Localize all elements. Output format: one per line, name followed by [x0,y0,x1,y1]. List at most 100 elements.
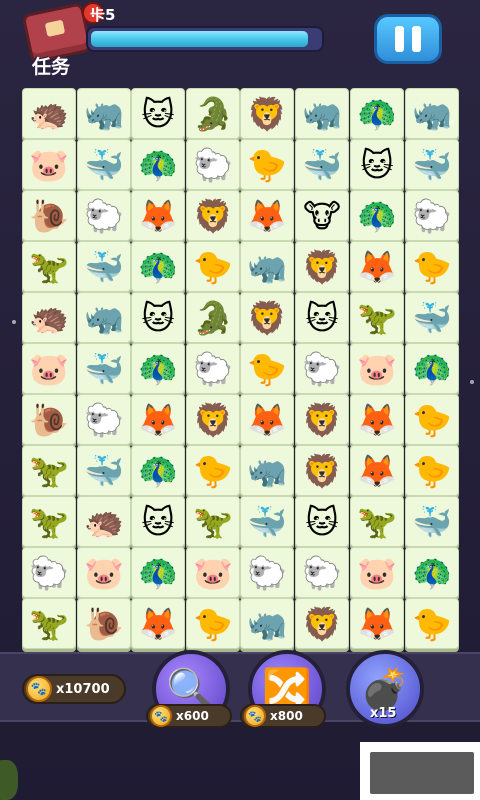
tile-peacock[interactable]: 🦚 [405,343,459,394]
tile-lion[interactable]: 🦁 [295,394,349,445]
tile-crocodile[interactable]: 🐊 [186,292,240,343]
tile-sheep[interactable]: 🐑 [77,190,131,241]
tile-peacock[interactable]: 🦚 [405,547,459,598]
tile-rhino[interactable]: 🦏 [77,88,131,139]
tile-dinosaur[interactable]: 🦖 [22,445,76,496]
tile-cat[interactable]: 🐱 [131,496,185,547]
tile-hedgehog[interactable]: 🦔 [22,88,76,139]
tile-sheep[interactable]: 🐑 [295,547,349,598]
tile-lion[interactable]: 🦁 [186,190,240,241]
tile-chick[interactable]: 🐤 [405,445,459,496]
tile-sheep[interactable]: 🐑 [22,547,76,598]
tile-chick[interactable]: 🐤 [186,598,240,649]
tile-pig[interactable]: 🐷 [186,547,240,598]
tile-snail[interactable]: 🐌 [22,190,76,241]
tile-dinosaur[interactable]: 🦖 [186,496,240,547]
tile-pig[interactable]: 🐷 [350,343,404,394]
tile-whale[interactable]: 🐳 [405,496,459,547]
cat-icon: 🐱 [141,94,175,133]
tile-whale[interactable]: 🐳 [295,139,349,190]
tile-peacock[interactable]: 🦚 [131,241,185,292]
tile-fox[interactable]: 🦊 [131,394,185,445]
tile-chick[interactable]: 🐤 [405,241,459,292]
tile-pig[interactable]: 🐷 [22,139,76,190]
tile-lion[interactable]: 🦁 [186,394,240,445]
tile-sheep[interactable]: 🐑 [186,343,240,394]
pig-icon: 🐷 [84,553,124,592]
tile-fox[interactable]: 🦊 [350,445,404,496]
tile-cat[interactable]: 🐱 [295,496,349,547]
pause-button[interactable] [374,14,442,64]
tile-chick[interactable]: 🐤 [405,598,459,649]
tile-rhino[interactable]: 🦏 [240,598,294,649]
tile-chick[interactable]: 🐤 [186,445,240,496]
shuffle-cost: 🐾 x800 [240,704,326,728]
tile-cow[interactable]: 🐮 [295,190,349,241]
tile-whale[interactable]: 🐳 [405,292,459,343]
tile-hedgehog[interactable]: 🦔 [77,496,131,547]
tile-snail[interactable]: 🐌 [22,394,76,445]
tile-fox[interactable]: 🦊 [350,394,404,445]
tile-fox[interactable]: 🦊 [131,190,185,241]
tile-rhino[interactable]: 🦏 [77,292,131,343]
sheep-icon: 🐑 [247,553,287,592]
tile-sheep[interactable]: 🐑 [295,343,349,394]
tile-dinosaur[interactable]: 🦖 [22,241,76,292]
tile-peacock[interactable]: 🦚 [131,445,185,496]
tile-sheep[interactable]: 🐑 [77,394,131,445]
tile-sheep[interactable]: 🐑 [405,190,459,241]
tile-lion[interactable]: 🦁 [295,241,349,292]
tile-fox[interactable]: 🦊 [131,598,185,649]
cat-icon: 🐱 [141,298,175,337]
chick-icon: 🐤 [247,145,287,184]
tile-cat[interactable]: 🐱 [131,292,185,343]
tile-chick[interactable]: 🐤 [240,139,294,190]
tile-whale[interactable]: 🐳 [405,139,459,190]
tile-fox[interactable]: 🦊 [240,190,294,241]
tile-lion[interactable]: 🦁 [240,88,294,139]
tile-rhino[interactable]: 🦏 [405,88,459,139]
tile-pig[interactable]: 🐷 [350,547,404,598]
tile-whale[interactable]: 🐳 [77,241,131,292]
tile-rhino[interactable]: 🦏 [295,88,349,139]
tile-dinosaur[interactable]: 🦖 [22,496,76,547]
tile-pig[interactable]: 🐷 [22,343,76,394]
tile-whale[interactable]: 🐳 [77,139,131,190]
tile-lion[interactable]: 🦁 [295,598,349,649]
lion-icon: 🦁 [302,604,342,643]
tile-fox[interactable]: 🦊 [350,598,404,649]
tile-cat[interactable]: 🐱 [295,292,349,343]
tile-chick[interactable]: 🐤 [186,241,240,292]
tile-dinosaur[interactable]: 🦖 [350,292,404,343]
tile-chick[interactable]: 🐤 [405,394,459,445]
tile-peacock[interactable]: 🦚 [131,547,185,598]
tile-crocodile[interactable]: 🐊 [186,88,240,139]
tile-fox[interactable]: 🦊 [350,241,404,292]
level-label: 卡5 [90,6,116,24]
tile-cat[interactable]: 🐱 [350,139,404,190]
peacock-icon: 🦚 [412,349,452,388]
tile-chick[interactable]: 🐤 [240,343,294,394]
tile-lion[interactable]: 🦁 [240,292,294,343]
tile-pig[interactable]: 🐷 [77,547,131,598]
tile-sheep[interactable]: 🐑 [240,547,294,598]
tile-peacock[interactable]: 🦚 [350,88,404,139]
tile-sheep[interactable]: 🐑 [186,139,240,190]
fox-icon: 🦊 [357,247,397,286]
tile-rhino[interactable]: 🦏 [240,445,294,496]
tile-snail[interactable]: 🐌 [77,598,131,649]
tile-dinosaur[interactable]: 🦖 [22,598,76,649]
tile-peacock[interactable]: 🦚 [131,139,185,190]
tile-lion[interactable]: 🦁 [295,445,349,496]
tile-whale[interactable]: 🐳 [77,343,131,394]
tile-fox[interactable]: 🦊 [240,394,294,445]
tile-rhino[interactable]: 🦏 [240,241,294,292]
tile-whale[interactable]: 🐳 [240,496,294,547]
tile-hedgehog[interactable]: 🦔 [22,292,76,343]
tile-peacock[interactable]: 🦚 [131,343,185,394]
tile-whale[interactable]: 🐳 [77,445,131,496]
tile-peacock[interactable]: 🦚 [350,190,404,241]
tile-dinosaur[interactable]: 🦖 [350,496,404,547]
tile-cat[interactable]: 🐱 [131,88,185,139]
crocodile-icon: 🐊 [193,94,233,133]
